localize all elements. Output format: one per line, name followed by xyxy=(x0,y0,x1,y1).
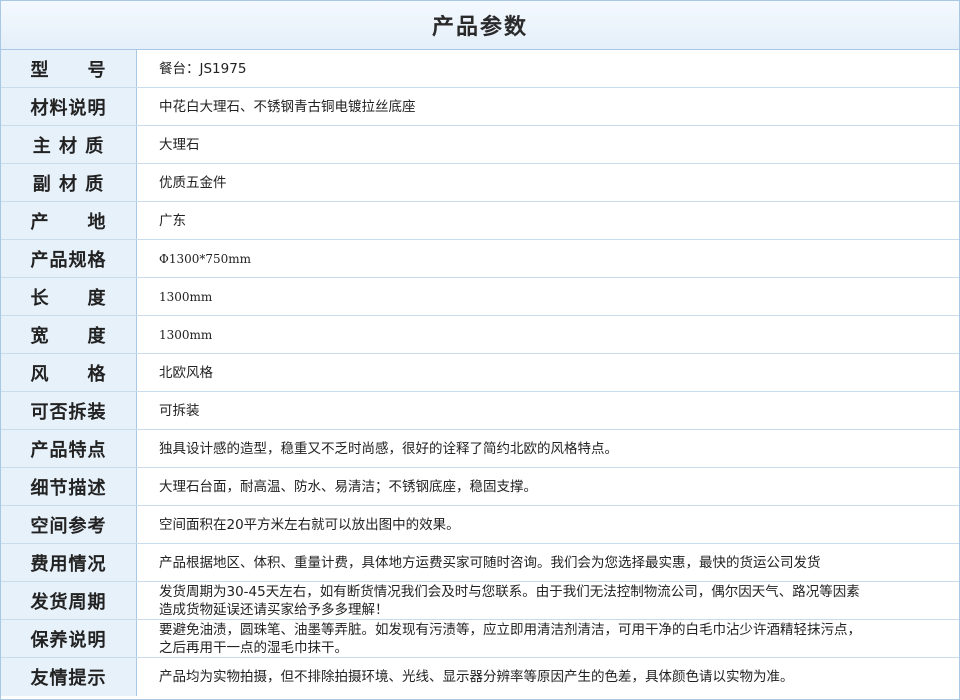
param-label-cell: 费用情况 xyxy=(1,544,137,581)
param-value: 要避免油渍，圆珠笔、油墨等弄脏。如发现有污渍等，应立即用清洁剂清洁，可用干净的白… xyxy=(159,621,861,656)
param-value: 发货周期为30-45天左右，如有断货情况我们会及时与您联系。由于我们无法控制物流… xyxy=(159,583,860,618)
param-value-cell: 中花白大理石、不锈钢青古铜电镀拉丝底座 xyxy=(137,88,959,125)
param-row-model: 型 号 餐台：JS1975 xyxy=(1,50,959,88)
param-value-cell: 产品根据地区、体积、重量计费，具体地方运费买家可随时咨询。我们会为您选择最实惠，… xyxy=(137,544,959,581)
param-label-cell: 发货周期 xyxy=(1,582,137,619)
param-row-spec: 产品规格 Φ1300*750mm xyxy=(1,240,959,278)
param-value-cell: 产品均为实物拍摄，但不排除拍摄环境、光线、显示器分辨率等原因产生的色差，具体颜色… xyxy=(137,658,959,696)
param-value-cell: 发货周期为30-45天左右，如有断货情况我们会及时与您联系。由于我们无法控制物流… xyxy=(137,582,959,619)
param-label-cell: 产 地 xyxy=(1,202,137,239)
param-row-material-desc: 材料说明 中花白大理石、不锈钢青古铜电镀拉丝底座 xyxy=(1,88,959,126)
param-label: 风 格 xyxy=(30,363,107,385)
param-label-cell: 空间参考 xyxy=(1,506,137,543)
param-label: 产品特点 xyxy=(30,439,107,461)
param-label-cell: 材料说明 xyxy=(1,88,137,125)
param-row-width: 宽 度 1300mm xyxy=(1,316,959,354)
param-value: 1300mm xyxy=(159,289,213,304)
param-label: 长 度 xyxy=(30,287,107,309)
param-label-cell: 宽 度 xyxy=(1,316,137,353)
param-value-cell: 要避免油渍，圆珠笔、油墨等弄脏。如发现有污渍等，应立即用清洁剂清洁，可用干净的白… xyxy=(137,620,959,657)
param-value: 独具设计感的造型，稳重又不乏时尚感，很好的诠释了简约北欧的风格特点。 xyxy=(159,440,618,457)
param-row-notice: 友情提示 产品均为实物拍摄，但不排除拍摄环境、光线、显示器分辨率等原因产生的色差… xyxy=(1,658,959,696)
param-value: 广东 xyxy=(159,212,186,229)
param-label-cell: 产品规格 xyxy=(1,240,137,277)
param-row-main-material: 主 材 质 大理石 xyxy=(1,126,959,164)
param-label-cell: 细节描述 xyxy=(1,468,137,505)
param-row-length: 长 度 1300mm xyxy=(1,278,959,316)
param-label-cell: 可否拆装 xyxy=(1,392,137,429)
param-label: 主 材 质 xyxy=(32,135,105,157)
param-label: 型 号 xyxy=(30,59,107,81)
param-value: 大理石 xyxy=(159,136,200,153)
param-value: 可拆装 xyxy=(159,402,200,419)
param-label: 费用情况 xyxy=(30,553,107,575)
param-row-details: 细节描述 大理石台面，耐高温、防水、易清洁；不锈钢底座，稳固支撑。 xyxy=(1,468,959,506)
param-label: 发货周期 xyxy=(30,591,107,613)
param-label: 产品规格 xyxy=(30,249,107,271)
param-value: 产品根据地区、体积、重量计费，具体地方运费买家可随时咨询。我们会为您选择最实惠，… xyxy=(159,554,821,571)
param-value: 北欧风格 xyxy=(159,364,213,381)
param-row-origin: 产 地 广东 xyxy=(1,202,959,240)
param-row-space: 空间参考 空间面积在20平方米左右就可以放出图中的效果。 xyxy=(1,506,959,544)
table-title: 产品参数 xyxy=(431,15,528,40)
param-value: 1300mm xyxy=(159,327,213,342)
param-value-cell: 餐台：JS1975 xyxy=(137,50,959,87)
param-value-cell: 大理石台面，耐高温、防水、易清洁；不锈钢底座，稳固支撑。 xyxy=(137,468,959,505)
param-label-cell: 长 度 xyxy=(1,278,137,315)
param-value: 优质五金件 xyxy=(159,174,227,191)
param-rows: 型 号 餐台：JS1975 材料说明 中花白大理石、不锈钢青古铜电镀拉丝底座 主… xyxy=(1,50,959,696)
param-row-cost: 费用情况 产品根据地区、体积、重量计费，具体地方运费买家可随时咨询。我们会为您选… xyxy=(1,544,959,582)
param-row-care: 保养说明 要避免油渍，圆珠笔、油墨等弄脏。如发现有污渍等，应立即用清洁剂清洁，可… xyxy=(1,620,959,658)
param-value: 空间面积在20平方米左右就可以放出图中的效果。 xyxy=(159,516,460,533)
param-label: 材料说明 xyxy=(30,97,107,119)
param-label: 副 材 质 xyxy=(32,173,105,195)
param-value-cell: 1300mm xyxy=(137,278,959,315)
param-value-cell: 北欧风格 xyxy=(137,354,959,391)
param-row-features: 产品特点 独具设计感的造型，稳重又不乏时尚感，很好的诠释了简约北欧的风格特点。 xyxy=(1,430,959,468)
param-label-cell: 副 材 质 xyxy=(1,164,137,201)
param-label: 保养说明 xyxy=(30,629,107,651)
param-value: 餐台：JS1975 xyxy=(159,60,247,77)
param-label: 空间参考 xyxy=(30,515,107,537)
param-value-cell: 可拆装 xyxy=(137,392,959,429)
param-value: 中花白大理石、不锈钢青古铜电镀拉丝底座 xyxy=(159,98,416,115)
param-value-cell: 1300mm xyxy=(137,316,959,353)
param-value: 大理石台面，耐高温、防水、易清洁；不锈钢底座，稳固支撑。 xyxy=(159,478,537,495)
param-label: 产 地 xyxy=(30,211,107,233)
param-label-cell: 保养说明 xyxy=(1,620,137,657)
param-label-cell: 风 格 xyxy=(1,354,137,391)
param-row-shipping: 发货周期 发货周期为30-45天左右，如有断货情况我们会及时与您联系。由于我们无… xyxy=(1,582,959,620)
param-value-cell: 大理石 xyxy=(137,126,959,163)
param-value-cell: 优质五金件 xyxy=(137,164,959,201)
param-value-cell: 空间面积在20平方米左右就可以放出图中的效果。 xyxy=(137,506,959,543)
param-value: Φ1300*750mm xyxy=(159,251,252,266)
table-header: 产品参数 xyxy=(1,1,959,50)
param-label-cell: 产品特点 xyxy=(1,430,137,467)
param-value: 产品均为实物拍摄，但不排除拍摄环境、光线、显示器分辨率等原因产生的色差，具体颜色… xyxy=(159,669,794,685)
param-label-cell: 友情提示 xyxy=(1,658,137,696)
param-label: 可否拆装 xyxy=(30,401,107,423)
param-row-style: 风 格 北欧风格 xyxy=(1,354,959,392)
param-label: 宽 度 xyxy=(30,325,107,347)
param-row-detachable: 可否拆装 可拆装 xyxy=(1,392,959,430)
product-params-table: 产品参数 型 号 餐台：JS1975 材料说明 中花白大理石、不锈钢青古铜电镀拉… xyxy=(0,0,960,700)
param-label-cell: 型 号 xyxy=(1,50,137,87)
param-row-sub-material: 副 材 质 优质五金件 xyxy=(1,164,959,202)
param-label: 友情提示 xyxy=(30,668,107,689)
param-value-cell: 独具设计感的造型，稳重又不乏时尚感，很好的诠释了简约北欧的风格特点。 xyxy=(137,430,959,467)
param-label: 细节描述 xyxy=(30,477,107,499)
param-label-cell: 主 材 质 xyxy=(1,126,137,163)
param-value-cell: Φ1300*750mm xyxy=(137,240,959,277)
param-value-cell: 广东 xyxy=(137,202,959,239)
